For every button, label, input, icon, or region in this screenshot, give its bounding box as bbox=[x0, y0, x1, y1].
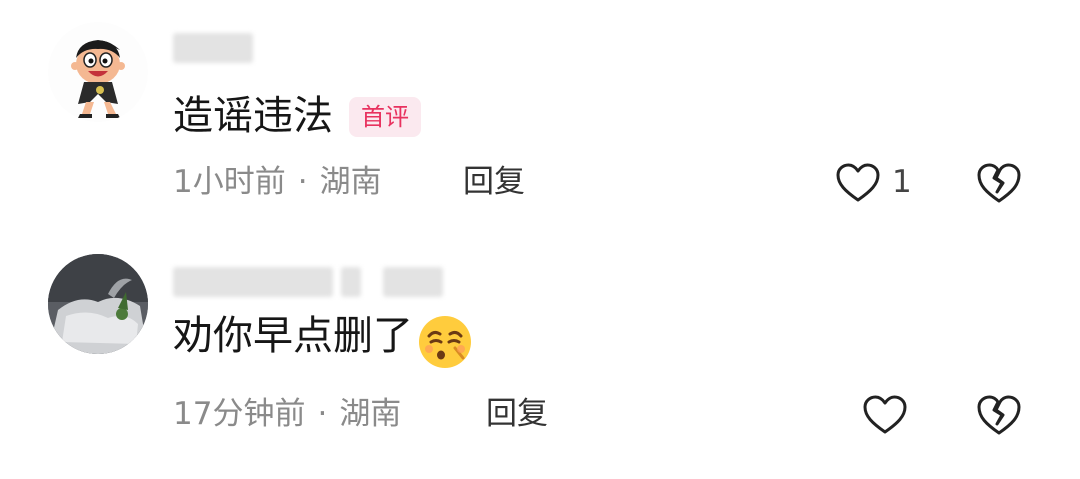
comment-meta: 17分钟前 · 湖南 bbox=[173, 394, 401, 434]
broken-heart-icon bbox=[977, 163, 1021, 203]
reply-button[interactable]: 回复 bbox=[486, 394, 548, 434]
like-button[interactable] bbox=[835, 162, 881, 204]
dislike-button[interactable] bbox=[975, 161, 1023, 205]
avatar[interactable] bbox=[48, 22, 148, 122]
comment-text: 造谣违法 bbox=[173, 93, 333, 139]
photo-avatar-icon bbox=[48, 254, 148, 354]
heart-icon bbox=[836, 163, 880, 202]
comment-item: 造谣违法 首评 1小时前 · 湖南 回复 1 bbox=[0, 0, 1080, 240]
comment-item: 劝你早点删了 17分钟前 · 湖南 回复 bbox=[0, 240, 1080, 479]
heart-icon bbox=[863, 395, 907, 434]
comment-time: 1小时前 bbox=[173, 164, 286, 200]
dislike-button[interactable] bbox=[975, 393, 1023, 437]
comment-meta: 1小时前 · 湖南 bbox=[173, 162, 382, 202]
avatar[interactable] bbox=[48, 254, 148, 354]
cartoon-character-avatar-icon bbox=[71, 40, 125, 118]
like-count: 1 bbox=[892, 164, 912, 200]
like-button[interactable] bbox=[862, 394, 908, 436]
reply-button[interactable]: 回复 bbox=[463, 162, 525, 202]
meta-separator: · bbox=[317, 396, 328, 432]
comment-time: 17分钟前 bbox=[173, 396, 306, 432]
meta-separator: · bbox=[297, 164, 308, 200]
comment-location: 湖南 bbox=[319, 164, 382, 200]
kissing-emoji-icon bbox=[417, 314, 473, 370]
first-comment-badge: 首评 bbox=[349, 97, 421, 137]
comment-text: 劝你早点删了 bbox=[173, 313, 413, 359]
broken-heart-icon bbox=[977, 395, 1021, 435]
comment-location: 湖南 bbox=[339, 396, 402, 432]
